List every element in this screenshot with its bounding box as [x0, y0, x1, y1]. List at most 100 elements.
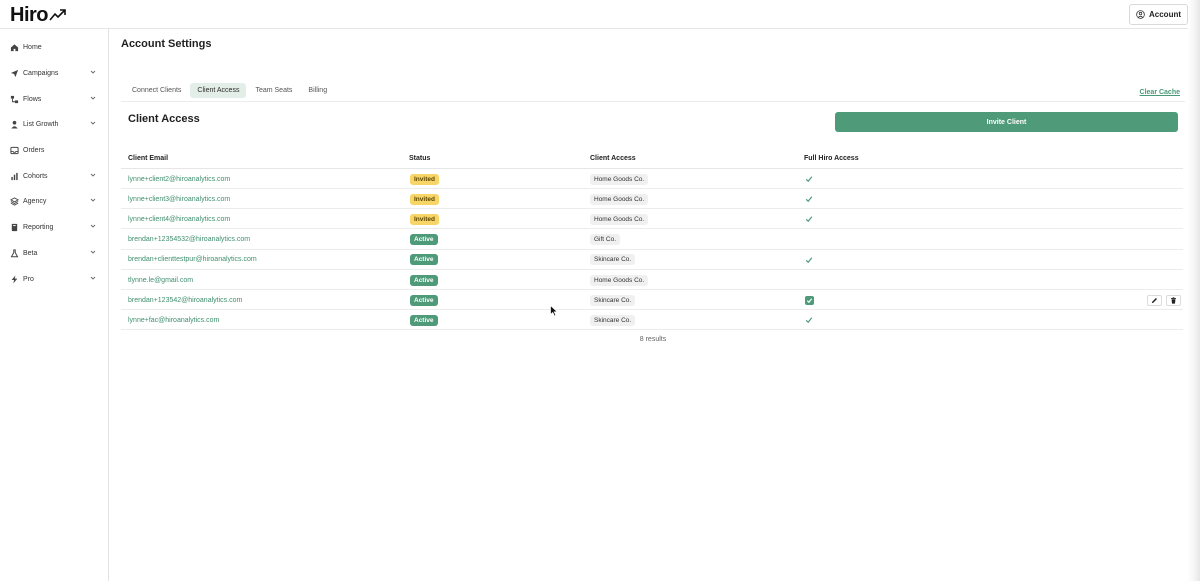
edit-button[interactable] [1147, 294, 1162, 306]
client-access-chip: Skincare Co. [590, 254, 636, 266]
page-title: Account Settings [121, 38, 212, 50]
status-cell: Invited [410, 189, 439, 209]
client-access-chip: Home Goods Co. [590, 274, 649, 286]
top-bar: Hiro Account [0, 0, 1200, 29]
status-badge: Active [410, 314, 438, 326]
table-row[interactable]: tlynne.le@gmail.com Active Home Goods Co. [121, 270, 1183, 290]
table-row[interactable]: brendan+123542@hiroanalytics.com Active Sk… [121, 290, 1183, 311]
check-icon [805, 216, 813, 223]
sidebar-item-label: Pro [23, 275, 34, 283]
chevron-down-icon [90, 96, 96, 100]
status-badge: Invited [410, 173, 439, 185]
account-label: Account [1149, 10, 1181, 19]
full-access-cell [805, 310, 813, 330]
status-badge: Invited [410, 213, 439, 225]
table-row[interactable]: lynne+fac@hiroanalytics.com Active Skincar… [121, 310, 1183, 331]
sidebar-item-pro[interactable]: Pro [0, 269, 108, 289]
table-row[interactable]: lynne+client3@hiroanalytics.com Invited Ho… [121, 189, 1183, 210]
check-icon [805, 196, 813, 203]
header-client-access: Client Access [590, 155, 636, 162]
layers-icon [10, 196, 19, 206]
inbox-icon [10, 146, 19, 155]
client-email-link[interactable]: lynne+client2@hiroanalytics.com [128, 169, 230, 189]
tab-team-seats[interactable]: Team Seats [248, 83, 299, 98]
sidebar-item-label: Campaigns [23, 69, 59, 77]
status-cell: Invited [410, 209, 439, 229]
chevron-down-icon [90, 198, 96, 202]
table-row[interactable]: brendan+12354532@hiroanalytics.com Active… [121, 230, 1183, 250]
flow-icon [10, 95, 19, 104]
table-row[interactable]: lynne+client2@hiroanalytics.com Invited Ho… [121, 169, 1183, 189]
client-email-link[interactable]: lynne+client3@hiroanalytics.com [128, 189, 230, 209]
full-access-cell [805, 290, 814, 310]
client-access-cell: Home Goods Co. [590, 169, 649, 189]
results-count: 8 results [639, 336, 667, 343]
sidebar-item-label: Flows [23, 95, 42, 103]
full-access-cell [805, 189, 813, 209]
chevron-down-icon [90, 250, 96, 254]
trash-icon [1171, 297, 1176, 304]
sidebar-item-beta[interactable]: Beta [0, 243, 108, 263]
table-row[interactable]: lynne+client4@hiroanalytics.com Invited Ho… [121, 209, 1183, 230]
status-cell: Active [410, 310, 438, 330]
client-access-chip: Gift Co. [590, 234, 621, 246]
sidebar-item-orders[interactable]: Orders [0, 140, 108, 160]
sidebar-item-home[interactable]: Home [0, 37, 108, 57]
invite-client-button[interactable]: Invite Client [835, 112, 1178, 132]
row-actions [1147, 290, 1181, 310]
chevron-down-icon [90, 121, 96, 125]
status-cell: Active [410, 290, 438, 310]
sidebar-item-label: List Growth [23, 120, 59, 128]
sidebar-item-label: Orders [23, 146, 45, 154]
pencil-icon [1151, 297, 1157, 303]
book-icon [10, 223, 19, 232]
delete-button[interactable] [1166, 294, 1181, 306]
header-status: Status [409, 155, 431, 162]
user-circle-icon [1136, 10, 1145, 19]
sidebar-item-campaigns[interactable]: Campaigns [0, 63, 108, 83]
logo-text: Hiro [10, 3, 49, 26]
clear-cache-link[interactable]: Clear Cache [1140, 89, 1180, 96]
sidebar-item-list-growth[interactable]: List Growth [0, 114, 108, 134]
sidebar-item-cohorts[interactable]: Cohorts [0, 166, 108, 186]
main-content: Account Settings Connect Clients Client A… [109, 29, 1188, 581]
bolt-icon [10, 274, 19, 284]
client-access-chip: Skincare Co. [590, 314, 636, 326]
chevron-down-icon [90, 173, 96, 177]
client-access-cell: Skincare Co. [590, 250, 636, 270]
full-access-checkbox[interactable] [805, 295, 814, 305]
chevron-down-icon [90, 224, 96, 228]
tab-connect-clients[interactable]: Connect Clients [125, 83, 188, 98]
table-row[interactable]: brendan+clienttestpur@hiroanalytics.com A… [121, 250, 1183, 270]
account-button[interactable]: Account [1129, 4, 1188, 25]
hiro-logo[interactable]: Hiro [10, 4, 67, 26]
client-email-link[interactable]: brendan+123542@hiroanalytics.com [128, 290, 242, 310]
status-badge: Active [410, 274, 438, 286]
sidebar-item-agency[interactable]: Agency [0, 191, 108, 211]
full-access-cell [805, 250, 813, 270]
sidebar-item-flows[interactable]: Flows [0, 89, 108, 109]
chevron-down-icon [90, 70, 96, 74]
table-header: Client Email Status Client Access Full H… [121, 151, 1183, 169]
tab-billing[interactable]: Billing [301, 83, 334, 98]
client-access-chip: Skincare Co. [590, 294, 636, 306]
sidebar-item-reporting[interactable]: Reporting [0, 217, 108, 237]
status-cell: Invited [410, 169, 439, 189]
client-email-link[interactable]: brendan+12354532@hiroanalytics.com [128, 230, 250, 250]
settings-tabs: Connect Clients Client Access Team Seats Bi… [125, 83, 334, 98]
status-cell: Active [410, 270, 438, 290]
client-access-chip: Home Goods Co. [590, 193, 649, 205]
client-access-cell: Home Goods Co. [590, 189, 649, 209]
tab-client-access[interactable]: Client Access [190, 83, 247, 98]
client-email-link[interactable]: lynne+client4@hiroanalytics.com [128, 209, 230, 229]
client-email-link[interactable]: lynne+fac@hiroanalytics.com [128, 310, 219, 330]
status-badge: Active [410, 234, 438, 246]
chevron-down-icon [90, 276, 96, 280]
sidebar-item-label: Reporting [23, 223, 54, 231]
header-full-hiro-access: Full Hiro Access [804, 155, 859, 162]
client-email-link[interactable]: brendan+clienttestpur@hiroanalytics.com [128, 250, 257, 270]
trend-up-icon [49, 9, 66, 21]
client-email-link[interactable]: tlynne.le@gmail.com [128, 270, 193, 290]
status-cell: Active [410, 250, 438, 270]
send-icon [10, 69, 19, 78]
